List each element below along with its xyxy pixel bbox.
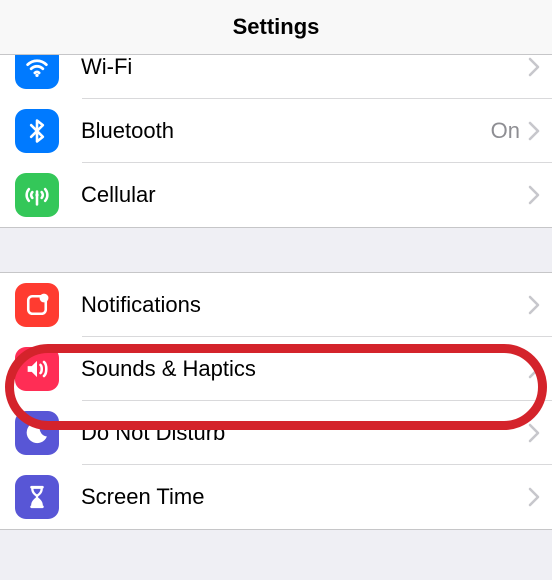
row-bluetooth-label: Bluetooth — [81, 118, 491, 144]
row-cellular-label: Cellular — [81, 182, 528, 208]
row-bluetooth[interactable]: Bluetooth On — [0, 99, 552, 163]
row-bluetooth-detail: On — [491, 118, 520, 144]
notifications-icon — [15, 283, 59, 327]
cellular-icon — [15, 173, 59, 217]
chevron-right-icon — [528, 487, 540, 507]
chevron-right-icon — [528, 57, 540, 77]
row-wifi-label: Wi-Fi — [81, 54, 528, 80]
chevron-right-icon — [528, 423, 540, 443]
row-dnd-label: Do Not Disturb — [81, 420, 528, 446]
dnd-icon — [15, 411, 59, 455]
row-sounds-label: Sounds & Haptics — [81, 356, 528, 382]
bluetooth-icon — [15, 109, 59, 153]
screentime-icon — [15, 475, 59, 519]
settings-group-system: Notifications Sounds & Haptics Do Not Di… — [0, 272, 552, 530]
chevron-right-icon — [528, 185, 540, 205]
chevron-right-icon — [528, 121, 540, 141]
row-dnd[interactable]: Do Not Disturb — [0, 401, 552, 465]
row-notifications[interactable]: Notifications — [0, 273, 552, 337]
group-gap — [0, 228, 552, 272]
row-cellular[interactable]: Cellular — [0, 163, 552, 227]
chevron-right-icon — [528, 295, 540, 315]
row-screentime[interactable]: Screen Time — [0, 465, 552, 529]
row-notifications-label: Notifications — [81, 292, 528, 318]
row-sounds[interactable]: Sounds & Haptics — [0, 337, 552, 401]
group-gap-bottom — [0, 530, 552, 564]
sounds-icon — [15, 347, 59, 391]
row-screentime-label: Screen Time — [81, 484, 528, 510]
page-title: Settings — [233, 14, 320, 40]
header: Settings — [0, 0, 552, 55]
settings-group-connectivity: Wi-Fi Bluetooth On Cellular — [0, 35, 552, 228]
chevron-right-icon — [528, 359, 540, 379]
